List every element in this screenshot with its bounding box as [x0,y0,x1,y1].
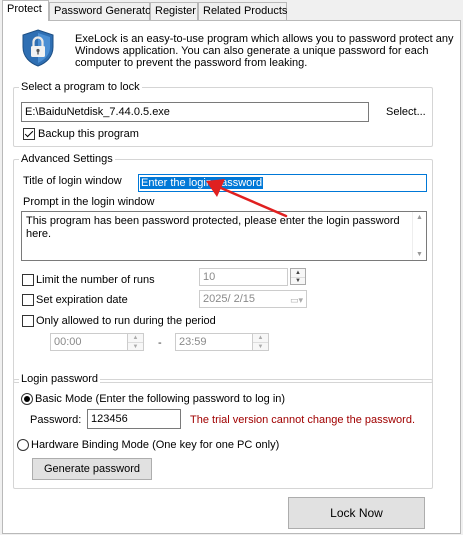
hardware-mode-label: Hardware Binding Mode (One key for one P… [31,439,280,451]
tab-password-generator[interactable]: Password Generator [49,2,155,20]
tab-label: Related Products [203,5,288,17]
lock-shield-icon [21,29,55,67]
login-title-value: Enter the login password [140,177,264,189]
limit-runs-label: Limit the number of runs [36,274,155,286]
spin-down-icon[interactable]: ▼ [128,342,143,350]
select-program-title: Select a program to lock [19,80,142,94]
tab-protect[interactable]: Protect [2,0,49,21]
lock-now-button[interactable]: Lock Now [288,497,425,529]
period-checkbox[interactable] [22,315,34,327]
expiration-value: 2025/ 2/15 [203,293,255,305]
prompt-scrollbar[interactable]: ▲ ▼ [412,212,426,260]
scroll-up-icon[interactable]: ▲ [416,214,423,221]
intro-text-line-3: computer to prevent the password from le… [75,57,308,69]
tab-related-products[interactable]: Related Products [198,2,287,20]
period-end-spinner[interactable]: ▲ ▼ [252,334,268,350]
spin-up-icon[interactable]: ▲ [291,269,305,277]
period-start-field[interactable]: 00:00 ▲ ▼ [50,333,144,351]
period-end-field[interactable]: 23:59 ▲ ▼ [175,333,269,351]
basic-mode-label: Basic Mode (Enter the following password… [35,393,286,405]
limit-runs-checkbox[interactable] [22,274,34,286]
backup-label: Backup this program [38,128,139,140]
tab-label: Register [155,5,196,17]
prompt-value: This program has been password protected… [26,215,400,240]
expiration-checkbox[interactable] [22,294,34,306]
period-start-value: 00:00 [54,336,82,348]
spin-down-icon[interactable]: ▼ [291,276,305,285]
trial-warning: The trial version cannot change the pass… [190,414,416,426]
login-title-label: Title of login window [23,175,122,187]
advanced-settings-title: Advanced Settings [19,152,115,166]
spin-down-icon[interactable]: ▼ [253,342,268,350]
limit-runs-spinner[interactable]: ▲ ▼ [290,268,306,285]
scroll-down-icon[interactable]: ▼ [416,251,423,258]
prompt-textarea[interactable]: This program has been password protected… [21,211,427,261]
spin-up-icon[interactable]: ▲ [128,334,143,342]
tab-register[interactable]: Register [150,2,198,20]
period-start-spinner[interactable]: ▲ ▼ [127,334,143,350]
hardware-mode-radio[interactable] [17,439,29,451]
password-field[interactable]: 123456 [87,409,181,429]
tab-label: Password Generator [54,5,155,17]
login-password-title: Login password [19,372,101,386]
limit-runs-field[interactable]: 10 [199,268,288,286]
generate-password-button[interactable]: Generate password [32,458,152,480]
expiration-label: Set expiration date [36,294,128,306]
spin-up-icon[interactable]: ▲ [253,334,268,342]
period-label: Only allowed to run during the period [36,315,216,327]
period-dash: - [158,337,162,349]
expiration-date-field[interactable]: 2025/ 2/15 ▭▾ [199,290,307,308]
program-path-field[interactable]: E:\BaiduNetdisk_7.44.0.5.exe [21,102,369,122]
backup-checkbox[interactable] [23,128,35,140]
basic-mode-radio[interactable] [21,393,33,405]
prompt-label: Prompt in the login window [23,196,155,208]
tab-label: Protect [7,3,42,15]
period-end-value: 23:59 [179,336,207,348]
password-label: Password: [30,414,82,426]
select-program-button[interactable]: Select... [386,105,426,119]
protect-panel: ExeLock is an easy-to-use program which … [2,20,461,534]
calendar-dropdown-icon[interactable]: ▭▾ [290,292,303,307]
login-title-field[interactable]: Enter the login password [138,174,427,192]
